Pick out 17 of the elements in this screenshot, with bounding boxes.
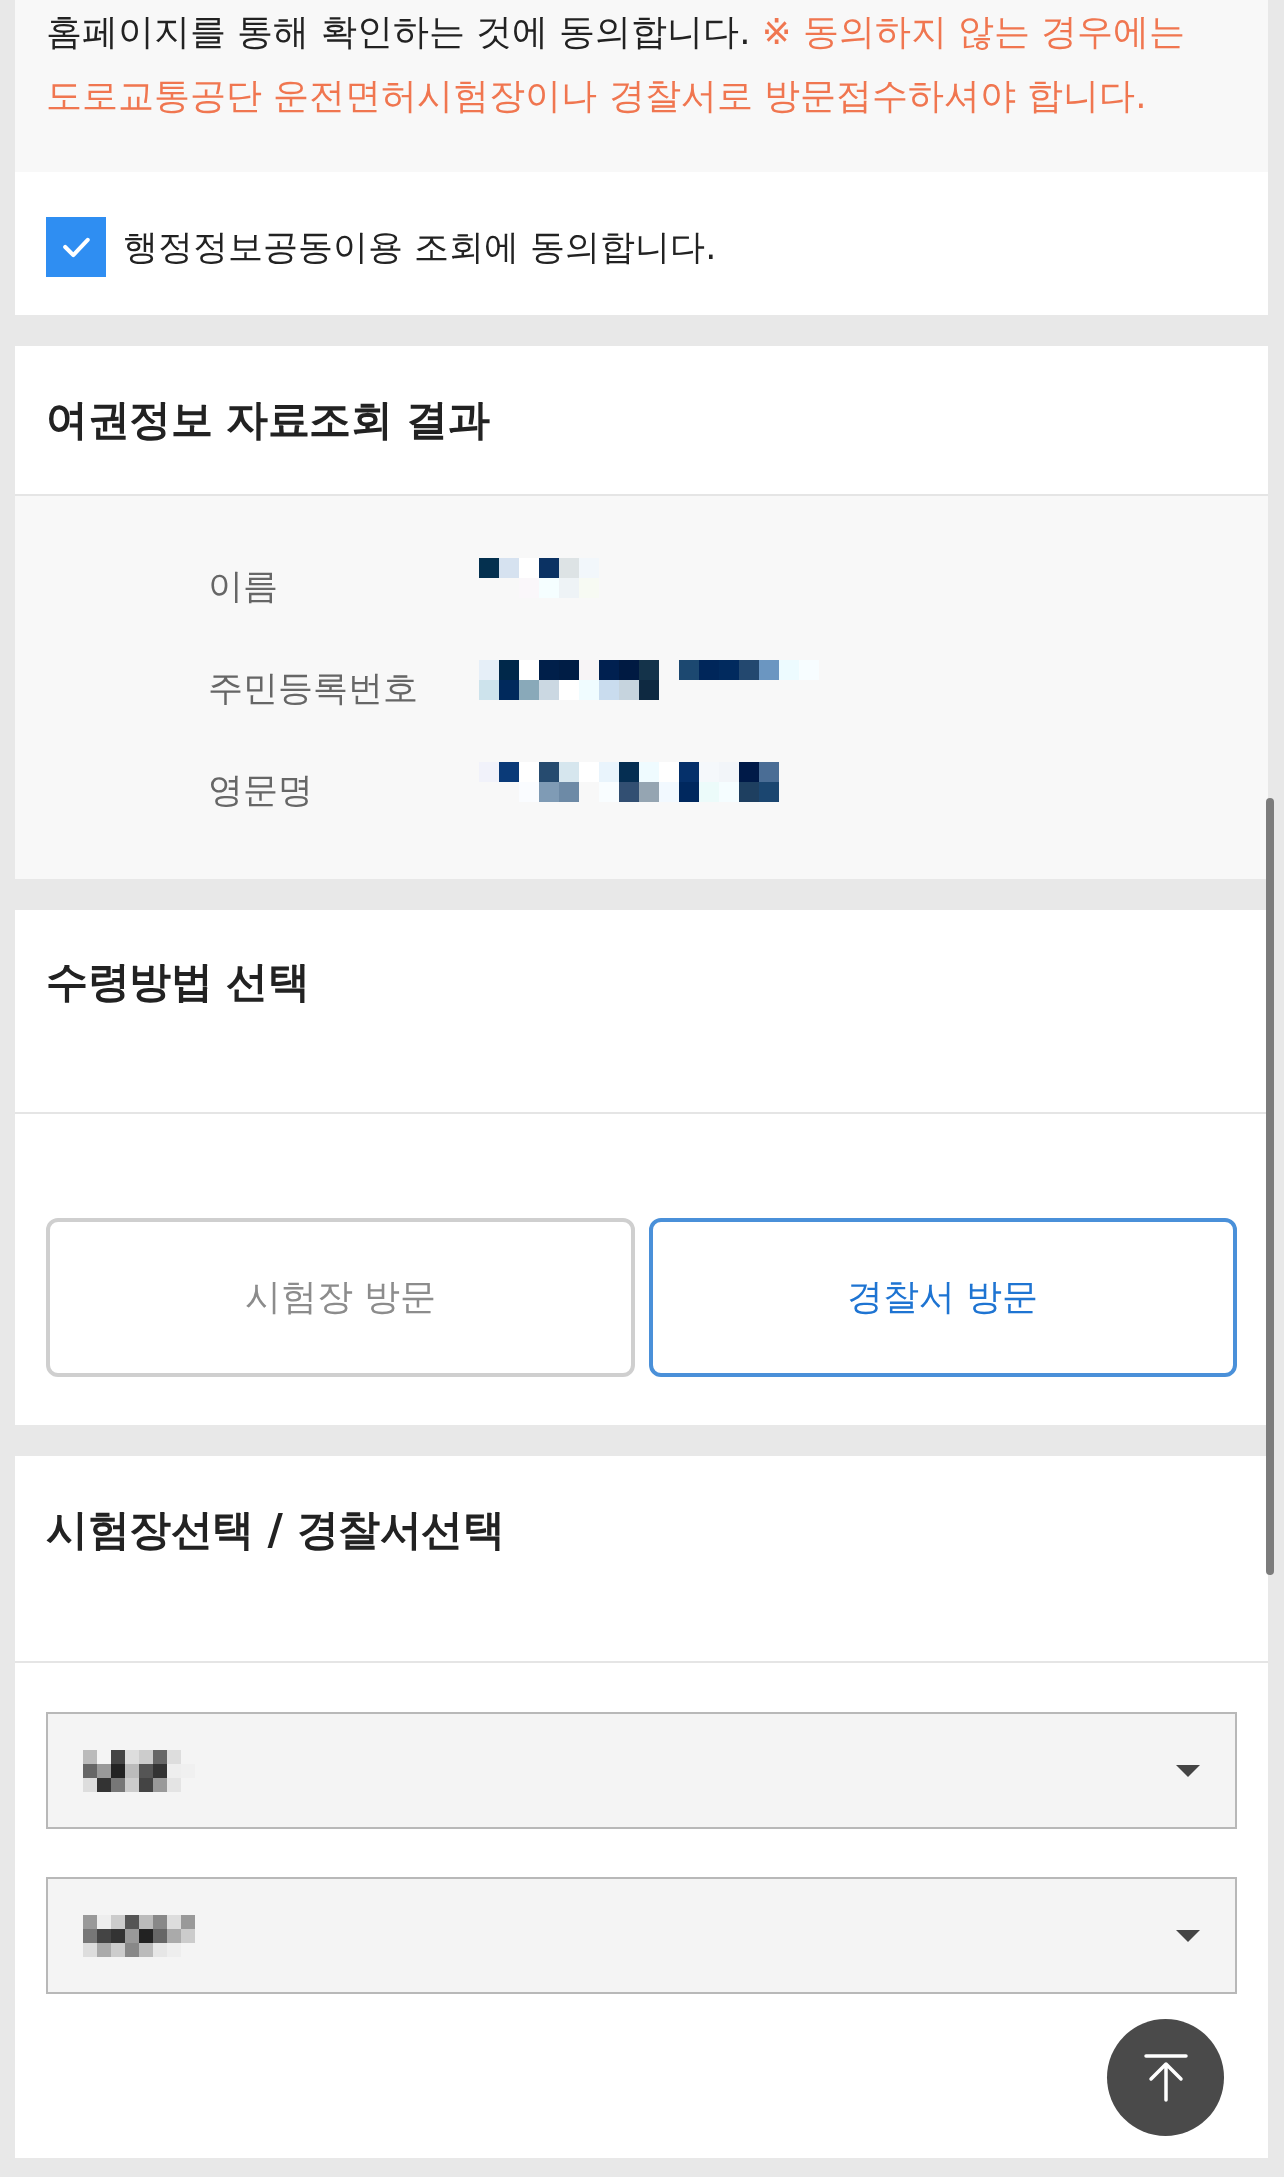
dropdown[interactable]: [46, 1877, 1237, 1994]
caret-icon: [1176, 1764, 1200, 1777]
caret-icon: [1176, 1929, 1200, 1942]
field-label: 이름: [208, 565, 279, 608]
checkbox[interactable]: [46, 217, 106, 277]
section-title: 시험장선택 / 경찰서선택: [46, 1504, 506, 1556]
consent-notice: 홈페이지를 통해 확인하는 것에 동의합니다. ※ 동의하지 않는 경우에는 도로교통공단 운전면허시험장이나 경찰서로 방문접수하셔야 합니다.: [15, 0, 1268, 172]
field-label: 영문명: [208, 769, 314, 812]
section-title: 여권정보 자료조회 결과: [46, 394, 491, 446]
field-label: 주민등록번호: [208, 667, 419, 710]
dropdown[interactable]: [46, 1712, 1237, 1829]
option-button[interactable]: 경찰서 방문: [648, 1218, 1237, 1377]
scrollbar-thumb[interactable]: [1266, 798, 1274, 1575]
section-title: 수령방법 선택: [46, 956, 311, 1008]
option-button[interactable]: 시험장 방문: [46, 1218, 635, 1377]
agreement-label[interactable]: 행정정보공동이용 조회에 동의합니다.: [123, 222, 717, 272]
arrow-to-top-icon: [1143, 2053, 1188, 2102]
